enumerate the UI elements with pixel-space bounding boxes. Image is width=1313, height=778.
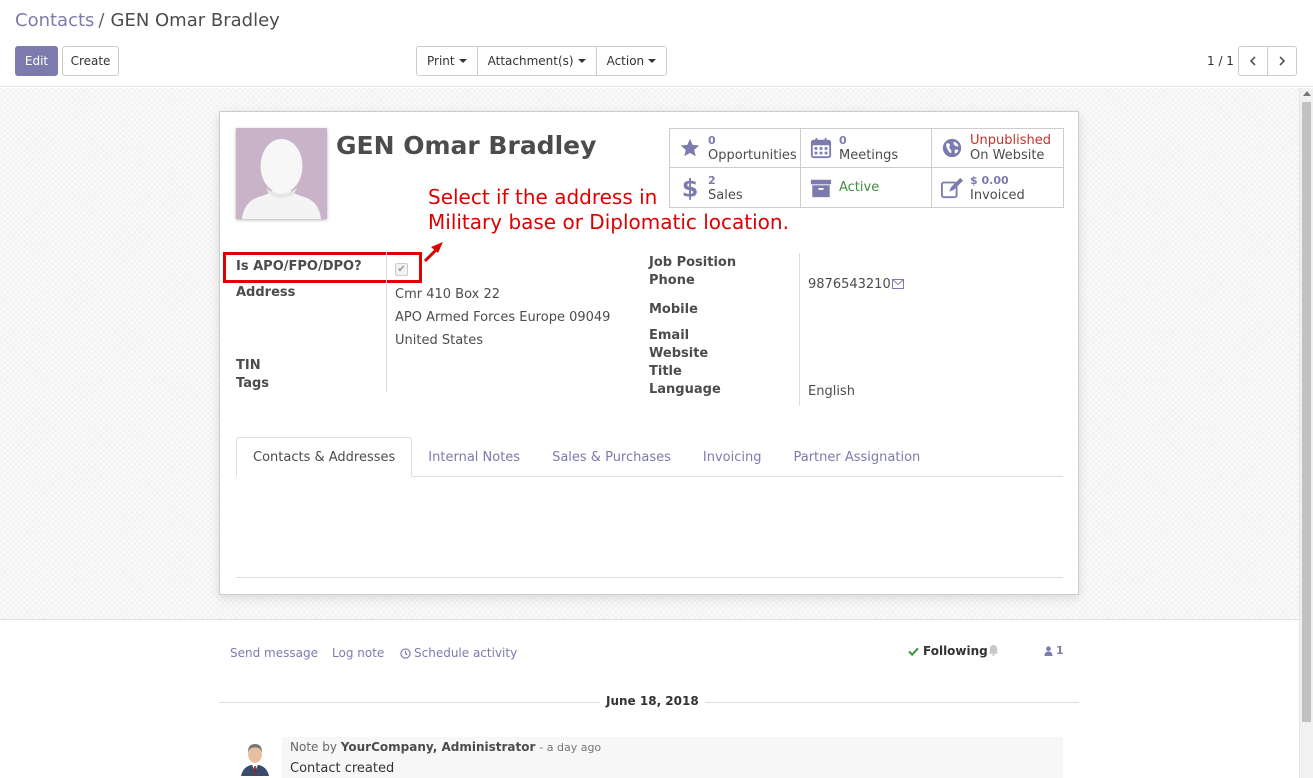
active-label: Active [839,180,880,195]
notebook-tabs: Contacts & Addresses Internal Notes Sale… [236,437,1063,477]
invoiced-button[interactable]: $ 0.00 Invoiced [932,168,1063,207]
action-label: Action [606,54,645,68]
edit-button[interactable]: Edit [15,46,58,76]
breadcrumb-current: GEN Omar Bradley [110,10,280,31]
tab-contacts-addresses[interactable]: Contacts & Addresses [236,437,413,477]
tags-field-label: Tags [236,376,270,391]
bell-icon[interactable] [988,644,999,659]
tutorial-annotation: Select if the address in Military base o… [428,185,789,235]
right-group-divider [799,253,800,406]
caret-down-icon [577,59,586,63]
apo-field-label: Is APO/FPO/DPO? [236,259,362,274]
phone-value[interactable]: 9876543210 [808,277,891,292]
breadcrumb: Contacts / GEN Omar Bradley [15,10,280,31]
active-toggle-button[interactable]: Active [801,168,932,207]
pager-next-button[interactable] [1267,46,1297,76]
tab-content-bottom-divider [236,577,1063,578]
message-author[interactable]: YourCompany, Administrator [341,740,536,754]
message-header: Note by YourCompany, Administrator - a d… [290,740,601,754]
caret-down-icon [648,59,657,63]
invoiced-label: Invoiced [970,187,1025,203]
person-silhouette-icon [236,128,327,219]
annotation-line-1: Select if the address in [428,185,658,209]
invoiced-amount: $ 0.00 [970,173,1009,187]
address-city-line: APO Armed Forces Europe 09049 [395,310,611,325]
author-avatar[interactable] [239,740,271,776]
opportunities-count: 0 [708,134,716,147]
control-panel: Contacts / GEN Omar Bradley Edit Create Pr… [0,0,1313,87]
globe-icon [940,136,964,160]
meetings-count: 0 [839,134,847,147]
pager-value[interactable]: 1 / 1 [1207,54,1234,68]
action-dropdown-button[interactable]: Action [596,47,667,75]
envelope-icon[interactable] [892,279,904,289]
check-icon [908,647,919,656]
breadcrumb-separator: / [98,10,105,31]
message-body: Contact created [290,761,395,776]
mobile-label: Mobile [649,302,698,317]
print-dropdown-button[interactable]: Print [417,47,478,75]
user-icon [1044,645,1053,656]
tab-partner-assignation[interactable]: Partner Assignation [777,437,936,477]
chevron-left-icon [1249,56,1256,66]
job-position-label: Job Position [649,255,737,270]
caret-down-icon [458,59,467,63]
message-time: - a day ago [539,741,602,754]
scroll-up-arrow-icon[interactable] [1303,91,1311,96]
print-label: Print [427,54,455,68]
pager-previous-button[interactable] [1238,46,1268,76]
address-street: Cmr 410 Box 22 [395,287,501,302]
tab-invoicing[interactable]: Invoicing [687,437,778,477]
website-status: Unpublished [970,133,1051,148]
partner-name: GEN Omar Bradley [336,131,597,160]
scrollbar-thumb[interactable] [1302,102,1311,722]
clock-icon [400,647,411,659]
meetings-button[interactable]: 0 Meetings [801,129,932,168]
address-country: United States [395,333,484,348]
create-button[interactable]: Create [62,46,119,76]
opportunities-button[interactable]: 0 Opportunities [670,129,801,168]
website-publish-button[interactable]: Unpublished On Website [932,129,1063,168]
calendar-icon [809,136,833,160]
apo-checkbox[interactable]: ✔ [395,263,408,276]
send-message-button[interactable]: Send message [230,646,318,660]
tin-field-label: TIN [236,358,261,373]
attachments-label: Attachment(s) [487,54,574,68]
partner-avatar[interactable] [236,128,327,219]
following-label: Following [923,644,988,658]
pencil-square-icon [940,176,964,200]
message-prefix: Note by [290,740,337,754]
tab-sales-purchases[interactable]: Sales & Purchases [536,437,687,477]
form-sheet: GEN Omar Bradley 0 Opportunities 0 Meeting… [219,111,1079,595]
vertical-scrollbar[interactable] [1299,88,1313,778]
tab-internal-notes[interactable]: Internal Notes [412,437,536,477]
language-label: Language [649,382,721,397]
schedule-activity-button[interactable]: Schedule activity [400,646,517,660]
website-label: Website [649,346,709,361]
date-separator: June 18, 2018 [600,694,705,708]
sidebar-button-group: Print Attachment(s) Action [416,46,668,76]
schedule-activity-label: Schedule activity [414,646,518,660]
meetings-label: Meetings [839,148,899,163]
annotation-line-2: Military base or Diplomatic location. [428,210,789,234]
followers-button[interactable]: 1 [1044,644,1064,657]
opportunities-label: Opportunities [708,148,797,163]
phone-label: Phone [649,273,695,288]
title-label: Title [649,364,682,379]
annotation-arrow-icon [423,242,443,263]
breadcrumb-contacts-link[interactable]: Contacts [15,10,94,31]
archive-icon [809,176,833,200]
website-label: On Website [970,148,1045,163]
email-label: Email [649,328,690,343]
star-icon [678,136,702,160]
address-field-label: Address [236,285,296,300]
language-value: English [808,384,855,399]
log-note-button[interactable]: Log note [332,646,384,660]
chevron-right-icon [1279,56,1286,66]
attachments-dropdown-button[interactable]: Attachment(s) [477,47,597,75]
left-group-divider [386,252,387,392]
followers-count: 1 [1056,644,1064,657]
following-button[interactable]: Following [908,644,988,658]
